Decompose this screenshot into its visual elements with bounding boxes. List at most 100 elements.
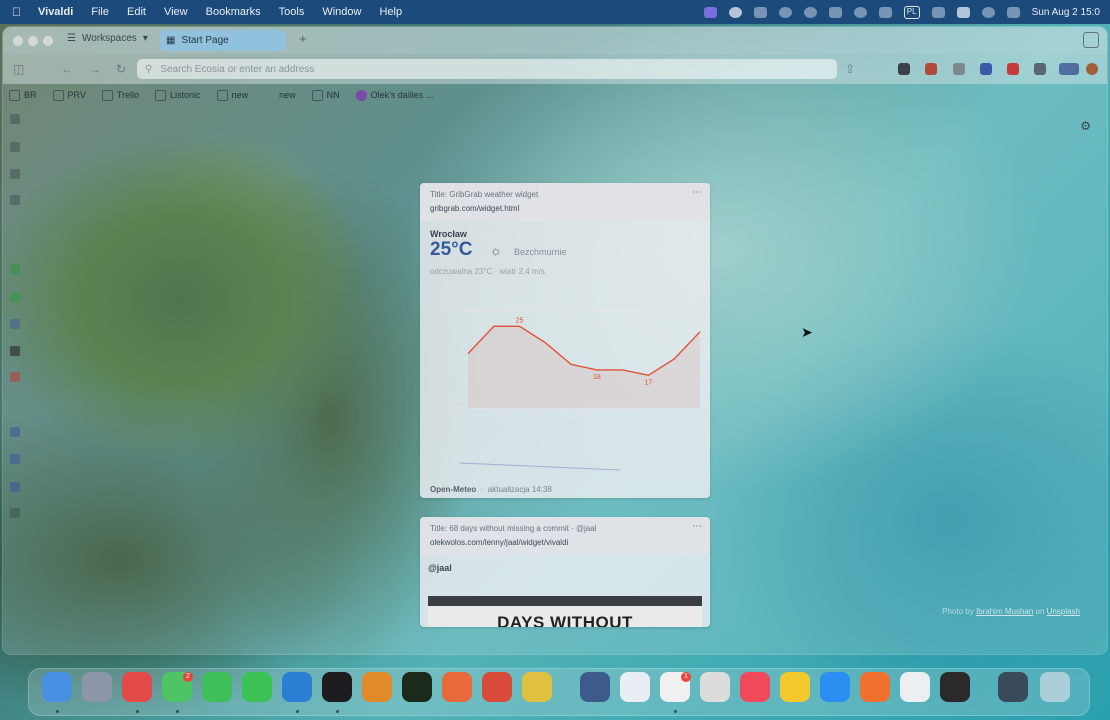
play-icon[interactable] <box>853 6 867 18</box>
status-app-icon[interactable] <box>703 6 717 18</box>
app-icon[interactable] <box>580 672 610 702</box>
forward-button[interactable]: → <box>89 62 101 76</box>
input-language-indicator[interactable]: PL <box>903 5 920 19</box>
menu-edit[interactable]: Edit <box>127 6 146 18</box>
menu-window[interactable]: Window <box>322 6 361 18</box>
vpn-icon[interactable] <box>1059 63 1079 75</box>
app-icon[interactable] <box>700 672 730 702</box>
menu-view[interactable]: View <box>164 6 188 18</box>
bookmark-item[interactable]: new <box>264 90 296 101</box>
cashflow-icon[interactable] <box>402 672 432 702</box>
apple-icon[interactable]:  <box>12 5 26 19</box>
new-tab-button[interactable]: + <box>299 31 307 46</box>
extension-icon[interactable] <box>953 63 965 75</box>
bookmark-folder[interactable]: PRV <box>52 89 86 101</box>
menu-clock[interactable]: Sun Aug 2 15:0 <box>1032 7 1100 18</box>
folder-icon <box>155 89 167 101</box>
history-panel-icon[interactable] <box>10 169 20 179</box>
extension-icon[interactable] <box>925 63 937 75</box>
widget-url[interactable]: olekwolos.com/lenny/jaal/widget/vivaldi <box>430 536 700 550</box>
web-panel-icon[interactable] <box>10 454 20 464</box>
app-store-icon[interactable] <box>820 672 850 702</box>
finder-icon[interactable] <box>42 672 72 702</box>
podcast-icon[interactable] <box>860 672 890 702</box>
bookmark-item[interactable]: Olek's dailies ... <box>355 89 433 101</box>
app-icon[interactable] <box>900 672 930 702</box>
cloud-icon[interactable] <box>728 6 742 18</box>
menu-file[interactable]: File <box>91 6 109 18</box>
puzzle-icon[interactable] <box>1034 63 1046 75</box>
extension-icon[interactable] <box>980 63 992 75</box>
phone-icon[interactable] <box>242 672 272 702</box>
tab-label: Start Page <box>181 35 229 46</box>
weather-source[interactable]: Open-Meteo <box>430 485 476 494</box>
tab-start-page[interactable]: ▦ Start Page <box>160 30 286 51</box>
menu-app-name[interactable]: Vivaldi <box>38 6 73 18</box>
app-icon[interactable] <box>482 672 512 702</box>
terminal-icon[interactable] <box>322 672 352 702</box>
more-options-icon[interactable]: ⋯ <box>692 186 702 200</box>
shield-icon[interactable] <box>1007 63 1019 75</box>
window-minimize-button[interactable] <box>28 36 38 46</box>
app-icon[interactable] <box>620 672 650 702</box>
bookmark-item[interactable]: new <box>216 89 248 101</box>
battery-icon[interactable] <box>956 6 970 18</box>
menu-tools[interactable]: Tools <box>279 6 305 18</box>
extension-icon[interactable] <box>898 63 910 75</box>
chevron-down-icon: ▾ <box>142 33 148 44</box>
minimized-window-icon[interactable] <box>998 672 1028 702</box>
bookmark-folder[interactable]: Listonic <box>155 89 201 101</box>
reload-button[interactable]: ↻ <box>116 62 126 76</box>
microphone-icon[interactable] <box>828 6 842 18</box>
search-icon[interactable] <box>981 6 995 18</box>
window-zoom-button[interactable] <box>43 36 53 46</box>
sun-icon[interactable] <box>778 6 792 18</box>
more-options-icon[interactable]: ⋯ <box>692 520 702 534</box>
bookmark-folder[interactable]: Trello <box>101 89 139 101</box>
bitcoin-icon[interactable] <box>522 672 552 702</box>
web-panel-icon[interactable] <box>10 482 20 492</box>
control-center-icon[interactable] <box>1006 6 1020 18</box>
share-icon[interactable]: ⇧ <box>845 62 855 76</box>
back-button[interactable]: ← <box>61 62 73 76</box>
user-icon[interactable] <box>878 6 892 18</box>
avatar[interactable] <box>1086 63 1098 75</box>
web-panel-icon[interactable] <box>10 427 20 437</box>
menu-bookmarks[interactable]: Bookmarks <box>206 6 261 18</box>
window-close-button[interactable] <box>13 36 23 46</box>
web-panel-icon[interactable] <box>10 319 20 329</box>
sunburst-app-icon[interactable] <box>442 672 472 702</box>
notes-panel-icon[interactable] <box>10 195 20 205</box>
bookmark-item[interactable]: NN <box>311 89 340 101</box>
sublime-icon[interactable] <box>362 672 392 702</box>
workspaces-button[interactable]: ☰ Workspaces ▾ <box>67 33 148 44</box>
add-panel-icon[interactable] <box>10 508 20 518</box>
bookmarks-panel-icon[interactable] <box>10 114 20 124</box>
chatgpt-icon[interactable] <box>940 672 970 702</box>
tab-menu-button[interactable] <box>1083 32 1099 48</box>
credit-author-link[interactable]: Ibrahim Mushan <box>976 607 1033 616</box>
trash-icon[interactable] <box>1040 672 1070 702</box>
web-panel-icon[interactable] <box>10 264 20 274</box>
web-panel-icon[interactable] <box>10 372 20 382</box>
widget-url[interactable]: gribgrab.com/widget.html <box>430 202 700 216</box>
bookmark-folder[interactable]: BR <box>9 89 37 101</box>
vivaldi-icon[interactable] <box>122 672 152 702</box>
web-panel-icon[interactable] <box>10 292 20 302</box>
commit-handle[interactable]: @jaal <box>428 563 710 573</box>
web-panel-icon[interactable] <box>10 346 20 356</box>
start-page-settings-icon[interactable]: ⚙ <box>1080 119 1091 133</box>
wifi-icon[interactable] <box>931 6 945 18</box>
launchpad-icon[interactable] <box>82 672 112 702</box>
vscode-icon[interactable] <box>282 672 312 702</box>
music-icon[interactable] <box>740 672 770 702</box>
panel-toggle-icon[interactable]: ◫ <box>13 62 24 76</box>
address-field[interactable]: ⚲ Search Ecosia or enter an address <box>137 59 837 79</box>
menu-help[interactable]: Help <box>379 6 402 18</box>
facetime-icon[interactable] <box>202 672 232 702</box>
globe-icon[interactable] <box>803 6 817 18</box>
credit-site-link[interactable]: Unsplash <box>1047 607 1080 616</box>
app-icon[interactable] <box>780 672 810 702</box>
downloads-panel-icon[interactable] <box>10 142 20 152</box>
close-app-icon[interactable] <box>753 6 767 18</box>
